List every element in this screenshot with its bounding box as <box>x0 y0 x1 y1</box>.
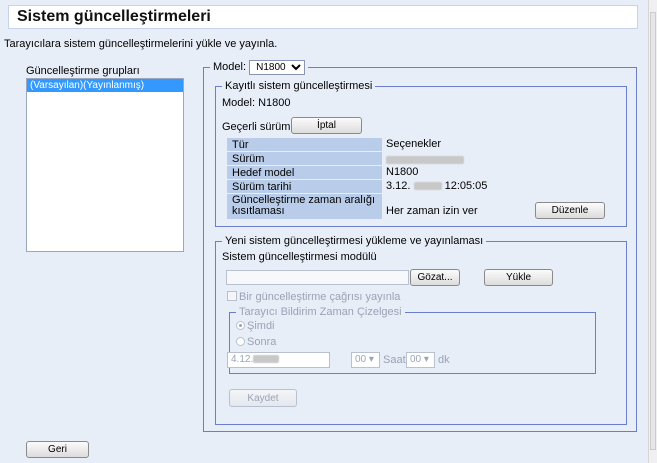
hour-value: 00 <box>355 354 367 365</box>
vertical-scrollbar[interactable] <box>648 0 657 463</box>
publish-checkbox[interactable] <box>227 291 237 301</box>
current-version-label: Geçerli sürüm <box>222 121 291 133</box>
scrollbar-thumb[interactable] <box>650 12 656 450</box>
row-target-model-label: Hedef model <box>227 166 382 179</box>
row-time-restriction-label: Güncelleştirme zaman aralığı kısıtlaması <box>227 194 382 219</box>
schedule-date-input[interactable]: 4.12. <box>227 352 330 368</box>
row-time-restriction-value: Her zaman izin ver <box>386 205 478 217</box>
model-select[interactable]: N1800 <box>249 60 306 75</box>
release-date-prefix: 3.12. <box>386 180 411 192</box>
minute-value: 00 <box>410 354 422 365</box>
now-label: Şimdi <box>247 320 275 332</box>
schedule-now-option[interactable]: Şimdi <box>236 320 275 332</box>
minute-unit: dk <box>438 354 450 366</box>
save-button[interactable]: Kaydet <box>229 389 297 407</box>
page-description: Tarayıcılara sistem güncelleştirmelerini… <box>4 38 278 50</box>
edit-button[interactable]: Düzenle <box>535 202 605 219</box>
row-version-value <box>386 154 464 166</box>
group-item-default[interactable]: (Varsayılan)(Yayınlanmış) <box>27 79 183 92</box>
browse-button[interactable]: Gözat... <box>410 269 460 286</box>
groups-label: Güncelleştirme grupları <box>26 65 140 77</box>
now-radio[interactable] <box>236 321 245 330</box>
publish-checkbox-label: Bir güncelleştirme çağrısı yayınla <box>239 291 401 303</box>
chevron-down-icon: ▾ <box>368 354 374 365</box>
schedule-date-prefix: 4.12. <box>231 354 254 365</box>
cancel-button[interactable]: İptal <box>291 117 362 134</box>
hour-unit: Saat <box>383 354 406 366</box>
row-target-model-value: N1800 <box>386 166 419 178</box>
row-version-label: Sürüm <box>227 152 382 165</box>
publish-checkbox-row[interactable]: Bir güncelleştirme çağrısı yayınla <box>227 291 400 303</box>
row-release-date-value: 3.12. 12:05:05 <box>386 180 487 192</box>
row-type-label: Tür <box>227 138 382 151</box>
groups-list[interactable]: (Varsayılan)(Yayınlanmış) <box>26 78 184 252</box>
hour-select[interactable]: 00 ▾ <box>351 352 380 368</box>
module-label: Sistem güncelleştirmesi modülü <box>222 251 377 263</box>
later-radio[interactable] <box>236 337 245 346</box>
later-label: Sonra <box>247 336 277 348</box>
registered-update-legend: Kayıtlı sistem güncelleştirmesi <box>225 80 373 92</box>
row-type-value: Seçenekler <box>386 138 442 150</box>
new-update-legend: Yeni sistem güncelleştirmesi yükleme ve … <box>225 235 484 247</box>
model-legend: Model: N1800 <box>210 60 308 75</box>
page-title: Sistem güncelleştirmeleri <box>8 5 638 29</box>
model-label: Model: <box>213 61 247 73</box>
upload-button[interactable]: Yükle <box>484 269 553 286</box>
page: Sistem güncelleştirmeleri Tarayıcılara s… <box>0 0 648 463</box>
release-date-time: 12:05:05 <box>444 180 488 192</box>
back-button[interactable]: Geri <box>26 441 89 458</box>
module-file-input[interactable] <box>226 270 409 285</box>
row-release-date-label: Sürüm tarihi <box>227 180 382 193</box>
chevron-down-icon: ▾ <box>423 354 429 365</box>
minute-select[interactable]: 00 ▾ <box>406 352 435 368</box>
schedule-legend: Tarayıcı Bildirim Zaman Çizelgesi <box>239 306 402 318</box>
schedule-later-option[interactable]: Sonra <box>236 336 276 348</box>
registered-model-line: Model: N1800 <box>222 97 291 109</box>
